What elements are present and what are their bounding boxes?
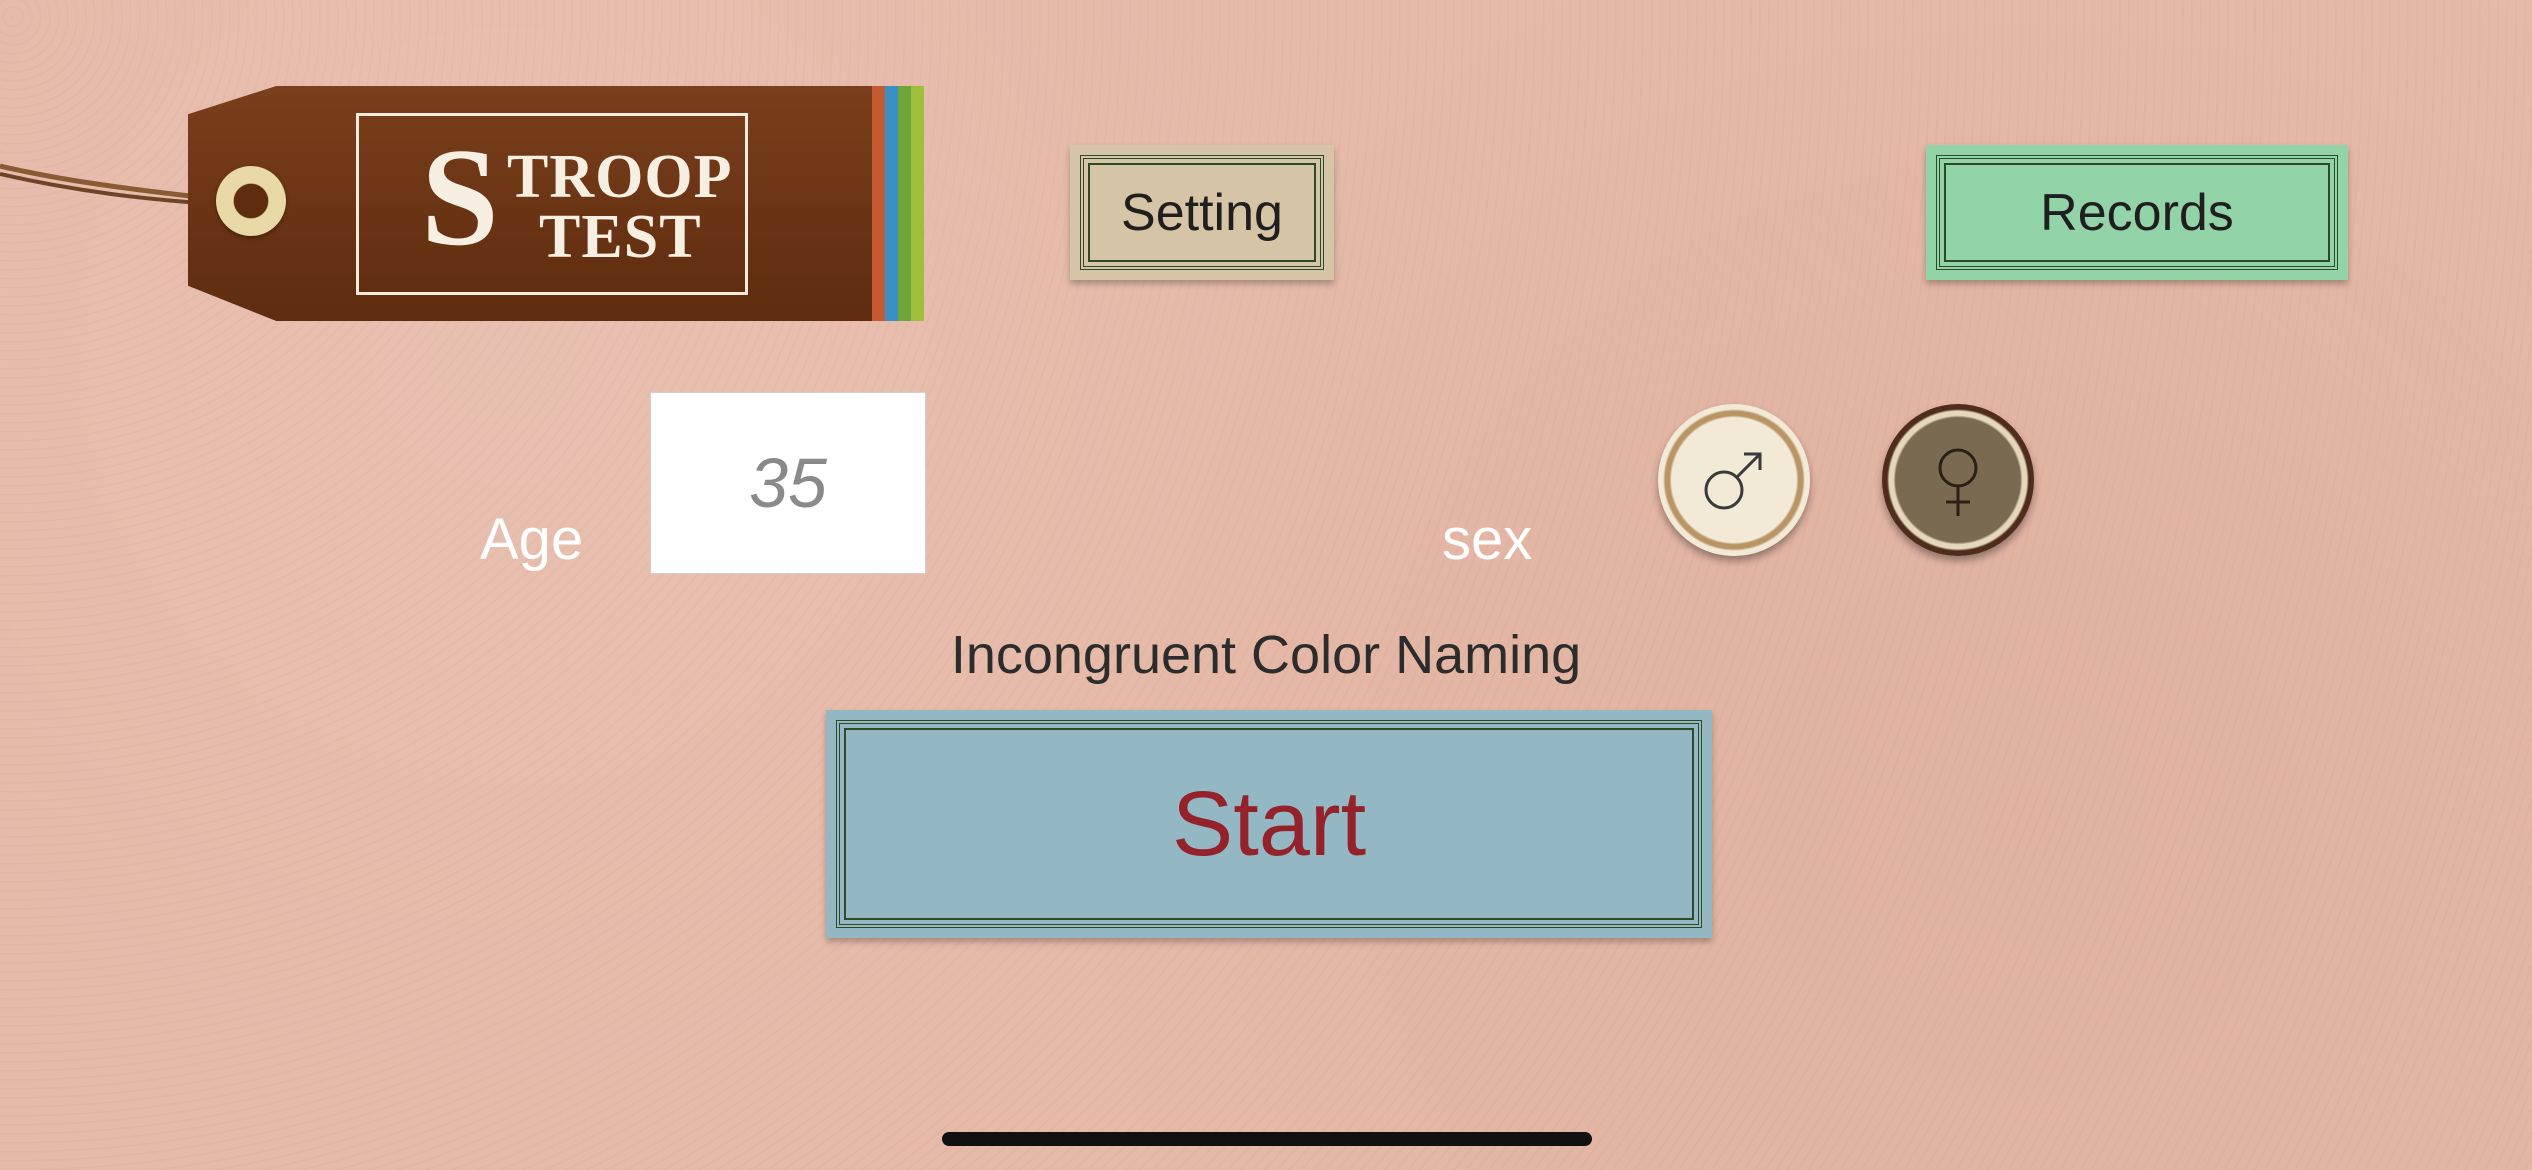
logo-stripe (885, 86, 898, 321)
logo-word-test: TEST (539, 203, 702, 271)
logo-stripe (911, 86, 924, 321)
logo-stripe (898, 86, 911, 321)
records-button[interactable]: Records (1926, 145, 2348, 280)
logo-word-troop: TROOP (507, 143, 733, 211)
female-symbol-icon (1938, 448, 1978, 516)
male-button[interactable] (1658, 404, 1810, 556)
tag-eyelet (216, 166, 286, 236)
logo-initial: S (421, 120, 499, 275)
sex-label: sex (1442, 507, 1533, 572)
setting-button[interactable]: Setting (1070, 145, 1334, 280)
age-label: Age (480, 507, 584, 572)
male-symbol-icon (1704, 452, 1762, 510)
female-button[interactable] (1882, 404, 2034, 556)
test-mode-label: Incongruent Color Naming (950, 625, 1582, 685)
app-logo: S TROOP TEST (356, 113, 748, 295)
home-indicator[interactable] (942, 1132, 1592, 1146)
start-button[interactable]: Start (826, 710, 1712, 938)
records-button-label: Records (1936, 155, 2338, 270)
logo-stripe (872, 86, 885, 321)
setting-button-label: Setting (1080, 155, 1324, 270)
age-input[interactable] (650, 392, 926, 574)
start-button-label: Start (836, 720, 1702, 928)
